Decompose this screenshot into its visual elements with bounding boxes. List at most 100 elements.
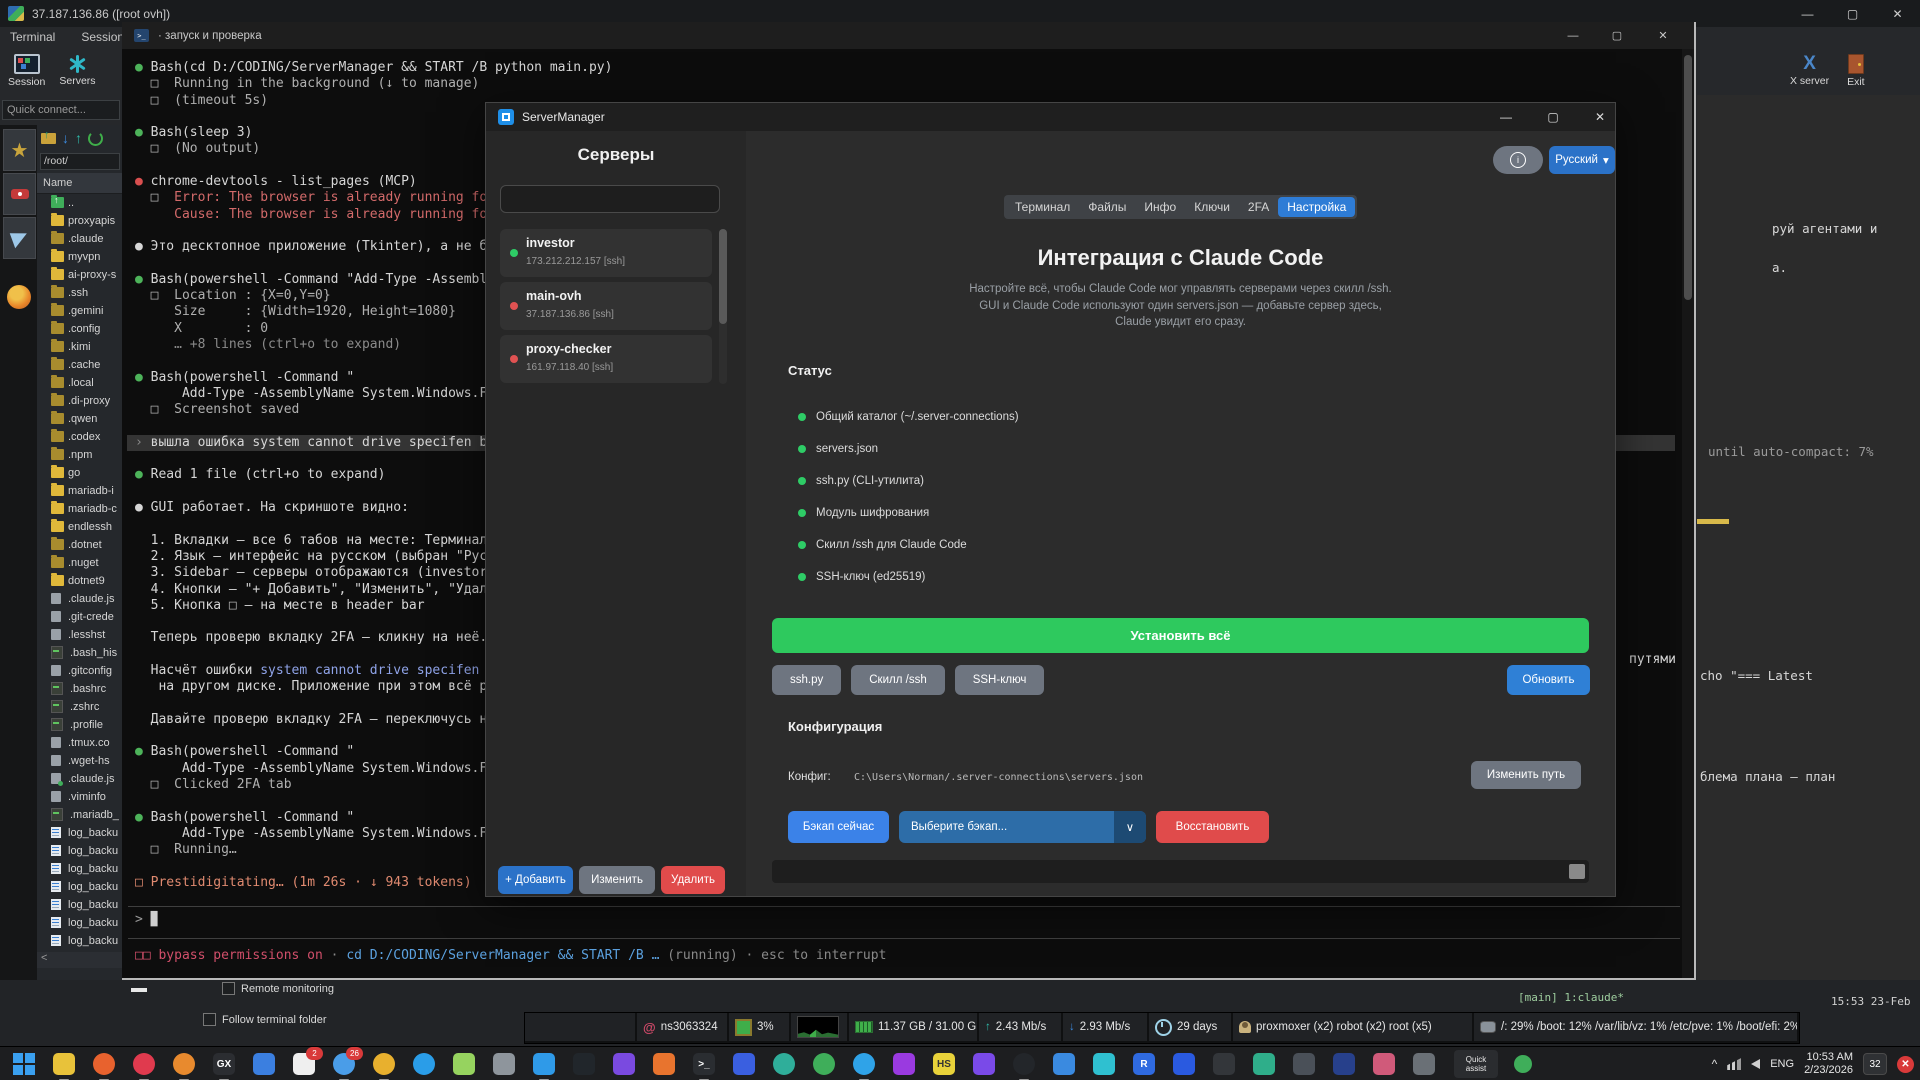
tray-expand-arrow[interactable]: ^ <box>1712 1057 1718 1071</box>
file-row[interactable]: log_backu <box>37 860 122 878</box>
taskbar-icon-mail-app[interactable] <box>252 1052 276 1076</box>
tab-Настройка[interactable]: Настройка <box>1278 197 1356 217</box>
file-row[interactable]: .gemini <box>37 302 122 320</box>
tools-knife-icon[interactable] <box>3 173 36 215</box>
file-row[interactable]: .profile <box>37 716 122 734</box>
tab-Инфо[interactable]: Инфо <box>1135 197 1185 217</box>
notification-count[interactable]: 32 <box>1863 1053 1887 1075</box>
taskbar-icon-obs-studio[interactable] <box>1012 1052 1036 1080</box>
language-select[interactable]: Русский ▾ <box>1549 146 1615 174</box>
taskbar-icon-edge-browser[interactable] <box>412 1052 436 1076</box>
keyboard-language[interactable]: ENG <box>1770 1058 1794 1070</box>
server-card-investor[interactable]: investor 173.212.212.157 [ssh] <box>500 229 712 277</box>
tab-Файлы[interactable]: Файлы <box>1079 197 1135 217</box>
file-row[interactable]: dotnet9 <box>37 572 122 590</box>
terminal-prompt[interactable]: > ▉ <box>135 912 158 927</box>
taskbar-icon-anydesk[interactable]: 2 <box>292 1047 323 1076</box>
file-row[interactable]: .gitconfig <box>37 662 122 680</box>
log-strip-thumb[interactable] <box>1569 864 1585 879</box>
taskbar-icon-phone-link[interactable] <box>1052 1052 1076 1076</box>
mobaxterm-maximize-button[interactable]: ▢ <box>1830 0 1875 27</box>
remote-monitoring-toggle[interactable]: Remote monitoring <box>222 982 334 995</box>
edit-server-button[interactable]: Изменить <box>579 866 655 894</box>
file-row[interactable]: .npm <box>37 446 122 464</box>
terminal-minimize-button[interactable]: — <box>1551 22 1595 49</box>
menu-terminal[interactable]: Terminal <box>10 30 55 44</box>
file-row[interactable]: log_backu <box>37 878 122 896</box>
file-row[interactable]: .claude.js <box>37 770 122 788</box>
leaf-app-icon[interactable] <box>1514 1055 1532 1073</box>
taskbar-icon-teal-app[interactable] <box>1252 1052 1276 1076</box>
taskbar-icon-green-app[interactable] <box>812 1052 836 1076</box>
file-row[interactable]: .viminfo <box>37 788 122 806</box>
file-row[interactable]: mariadb-i <box>37 482 122 500</box>
file-row[interactable]: ai-proxy-s <box>37 266 122 284</box>
file-row[interactable]: .claude.js <box>37 590 122 608</box>
file-row[interactable]: .di-proxy <box>37 392 122 410</box>
clock[interactable]: 10:53 AM 2/23/2026 <box>1804 1051 1853 1077</box>
file-row[interactable]: .local <box>37 374 122 392</box>
taskbar-icon-file-explorer[interactable] <box>52 1052 76 1080</box>
backup-select[interactable]: Выберите бэкап... ∨ <box>899 811 1146 843</box>
taskbar-icon-gray-app[interactable] <box>1412 1052 1436 1076</box>
taskbar-icon-firefox-browser[interactable] <box>172 1052 196 1080</box>
taskbar-icon-cyan-app[interactable] <box>1092 1052 1116 1076</box>
file-row[interactable]: .cache <box>37 356 122 374</box>
file-row[interactable]: log_backu <box>37 842 122 860</box>
file-row[interactable]: myvpn <box>37 248 122 266</box>
file-row[interactable]: log_backu <box>37 896 122 914</box>
file-row[interactable]: .. <box>37 194 122 212</box>
start-button[interactable] <box>12 1052 36 1076</box>
servers-button[interactable]: Servers <box>59 47 96 95</box>
taskbar-icon-slate-app[interactable] <box>1292 1052 1316 1076</box>
change-path-button[interactable]: Изменить путь <box>1471 761 1581 789</box>
taskbar-icon-settings-tool[interactable] <box>492 1052 516 1076</box>
taskbar-icon-orange-app[interactable] <box>652 1052 676 1076</box>
taskbar-icon-terminal-app[interactable]: >_ <box>692 1052 716 1080</box>
file-row[interactable]: .dotnet <box>37 536 122 554</box>
taskbar-icon-brave-browser[interactable] <box>92 1052 116 1080</box>
mobaxterm-minimize-button[interactable]: — <box>1785 0 1830 27</box>
file-row[interactable]: .mariadb_ <box>37 806 122 824</box>
tab-Терминал[interactable]: Терминал <box>1006 197 1079 217</box>
quick-connect-input[interactable] <box>2 100 120 120</box>
file-row[interactable]: mariadb-c <box>37 500 122 518</box>
quick-assist-button[interactable]: Quick assist <box>1454 1050 1498 1078</box>
file-row[interactable]: log_backu <box>37 932 122 950</box>
file-row[interactable]: log_backu <box>37 914 122 932</box>
follow-folder-checkbox[interactable] <box>203 1013 216 1026</box>
taskbar-icon-notepad-plus[interactable] <box>452 1052 476 1076</box>
sftp-scroll-left[interactable]: < <box>37 952 126 968</box>
file-row[interactable]: .claude <box>37 230 122 248</box>
browser-globe-icon[interactable] <box>3 277 34 317</box>
session-button[interactable]: Session <box>8 47 45 95</box>
send-plane-icon[interactable] <box>3 217 36 259</box>
servermanager-maximize-button[interactable]: ▢ <box>1530 103 1576 131</box>
alert-icon[interactable]: ✕ <box>1897 1055 1914 1073</box>
file-row[interactable]: .qwen <box>37 410 122 428</box>
backup-now-button[interactable]: Бэкап сейчас <box>788 811 889 843</box>
exit-button[interactable]: Exit <box>1847 47 1865 95</box>
remote-monitoring-checkbox[interactable] <box>222 982 235 995</box>
file-row[interactable]: .tmux.co <box>37 734 122 752</box>
file-row[interactable]: endlessh <box>37 518 122 536</box>
quick-install-Скилл /ssh[interactable]: Скилл /ssh <box>851 665 945 695</box>
file-row[interactable]: .bash_his <box>37 644 122 662</box>
servermanager-close-button[interactable]: ✕ <box>1577 103 1623 131</box>
file-row[interactable]: .kimi <box>37 338 122 356</box>
x-server-button[interactable]: X X server <box>1790 47 1829 95</box>
tab-Ключи[interactable]: Ключи <box>1185 197 1239 217</box>
server-search-input[interactable] <box>500 185 720 213</box>
taskbar-icon-chrome-browser[interactable]: 26 <box>332 1047 363 1080</box>
taskbar-icon-violet-app[interactable] <box>892 1052 916 1076</box>
server-card-proxy-checker[interactable]: proxy-checker 161.97.118.40 [ssh] <box>500 335 712 383</box>
backup-chevron-icon[interactable]: ∨ <box>1114 811 1146 843</box>
taskbar-icon-coin-app[interactable] <box>372 1052 396 1080</box>
taskbar-icon-word-app[interactable] <box>1172 1052 1196 1076</box>
terminal-close-button[interactable]: ✕ <box>1641 22 1685 49</box>
file-row[interactable]: .lesshst <box>37 626 122 644</box>
tab-2FA[interactable]: 2FA <box>1239 197 1278 217</box>
taskbar-icon-hs-app[interactable]: HS <box>932 1052 956 1076</box>
delete-server-button[interactable]: Удалить <box>661 866 725 894</box>
taskbar-icon-purple-app[interactable] <box>612 1052 636 1076</box>
